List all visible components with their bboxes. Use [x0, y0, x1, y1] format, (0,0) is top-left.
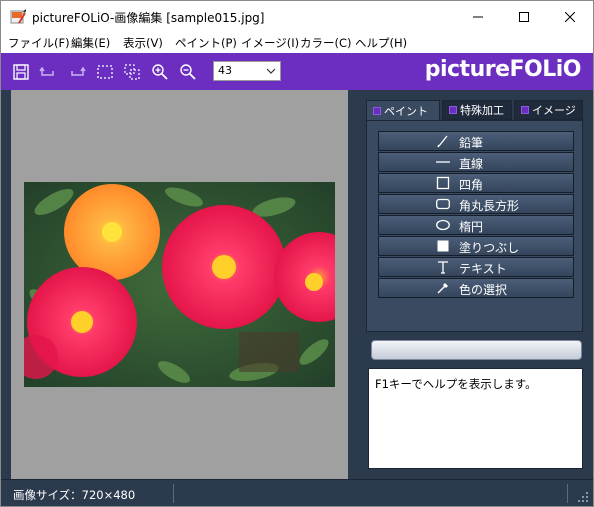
tool-line-button[interactable]: 直線 — [378, 152, 574, 172]
ellipse-icon — [436, 219, 450, 231]
tool-text-button[interactable]: テキスト — [378, 257, 574, 277]
tool-rounded-rectangle-button[interactable]: 角丸長方形 — [378, 194, 574, 214]
tool-label: 鉛筆 — [459, 136, 484, 150]
close-button[interactable] — [547, 1, 593, 32]
menu-bar: ファイル(F) 編集(E) 表示(V) ペイント(P) イメージ(I) カラー(… — [1, 32, 593, 53]
tab-marker-icon — [449, 106, 457, 114]
resize-grip-icon[interactable] — [577, 491, 589, 503]
save-icon[interactable] — [12, 63, 30, 81]
tab-special-effects[interactable]: 特殊加工 — [442, 100, 512, 120]
status-divider — [173, 484, 174, 503]
photo-preview — [24, 182, 335, 387]
right-panel: ペイント 特殊加工 イメージ 鉛筆 直線 四角 角丸長方形 楕円 塗りつぶし テ… — [357, 90, 593, 479]
undo-icon[interactable] — [39, 63, 57, 81]
tool-rectangle-button[interactable]: 四角 — [378, 173, 574, 193]
tool-label: 四角 — [459, 178, 484, 192]
tool-label: 色の選択 — [459, 283, 508, 297]
zoom-value: 43 — [218, 64, 232, 77]
minimize-button[interactable] — [455, 1, 501, 32]
tab-label: ペイント — [384, 104, 428, 118]
help-message-box: F1キーでヘルプを表示します。 — [368, 368, 583, 469]
menu-view[interactable]: 表示(V) — [123, 35, 163, 51]
progress-bar — [371, 340, 582, 360]
window-title: pictureFOLiO-画像編集 [sample015.jpg] — [32, 11, 265, 25]
zoom-select[interactable]: 43 — [213, 61, 281, 81]
menu-color[interactable]: カラー(C) — [300, 35, 352, 51]
fill-icon — [437, 240, 449, 252]
zoom-in-icon[interactable] — [151, 63, 169, 81]
eyedropper-icon — [437, 283, 448, 294]
tab-image[interactable]: イメージ — [514, 100, 583, 120]
tool-label: テキスト — [459, 262, 507, 276]
brand-logo: pictureFOLiO — [424, 57, 582, 82]
menu-file[interactable]: ファイル(F) — [8, 35, 70, 51]
tool-fill-button[interactable]: 塗りつぶし — [378, 236, 574, 256]
tool-label: 塗りつぶし — [459, 241, 520, 255]
image-canvas[interactable] — [11, 90, 348, 479]
toolbar: 43 pictureFOLiO — [1, 53, 593, 90]
select-crop-icon[interactable] — [123, 63, 141, 81]
status-divider — [567, 484, 568, 503]
zoom-out-icon[interactable] — [179, 63, 197, 81]
tab-marker-icon — [521, 106, 529, 114]
text-icon — [438, 261, 448, 274]
tool-pencil-button[interactable]: 鉛筆 — [378, 131, 574, 151]
maximize-icon — [519, 11, 529, 22]
tool-label: 楕円 — [459, 220, 484, 234]
menu-edit[interactable]: 編集(E) — [71, 35, 110, 51]
maximize-button[interactable] — [501, 1, 547, 32]
status-image-size: 画像サイズ：720×480 — [13, 488, 136, 502]
line-icon — [436, 161, 450, 163]
tab-label: 特殊加工 — [460, 104, 504, 117]
menu-paint[interactable]: ペイント(P) — [175, 35, 237, 51]
tool-color-picker-button[interactable]: 色の選択 — [378, 278, 574, 298]
status-bar: 画像サイズ：720×480 — [1, 479, 593, 506]
rectangle-icon — [436, 176, 450, 190]
app-icon — [10, 9, 26, 24]
select-rect-icon[interactable] — [96, 63, 114, 81]
help-text: F1キーでヘルプを表示します。 — [375, 377, 537, 391]
tool-ellipse-button[interactable]: 楕円 — [378, 215, 574, 235]
title-bar[interactable]: pictureFOLiO-画像編集 [sample015.jpg] — [1, 1, 593, 32]
app-window: pictureFOLiO-画像編集 [sample015.jpg] ファイル(F… — [0, 0, 594, 507]
tab-marker-icon — [373, 106, 381, 115]
menu-help[interactable]: ヘルプ(H) — [355, 35, 407, 51]
pencil-icon — [437, 135, 448, 148]
menu-image[interactable]: イメージ(I) — [241, 35, 299, 51]
chevron-down-icon — [266, 68, 276, 74]
minimize-icon — [473, 16, 483, 17]
tab-label: イメージ — [532, 104, 576, 117]
close-icon — [565, 11, 575, 22]
tab-paint[interactable]: ペイント — [366, 100, 440, 120]
rounded-rectangle-icon — [436, 198, 450, 210]
tool-label: 直線 — [459, 157, 484, 171]
redo-icon[interactable] — [68, 63, 86, 81]
tool-label: 角丸長方形 — [459, 199, 520, 213]
paint-tools-panel: 鉛筆 直線 四角 角丸長方形 楕円 塗りつぶし テキスト 色の選択 — [366, 120, 583, 332]
